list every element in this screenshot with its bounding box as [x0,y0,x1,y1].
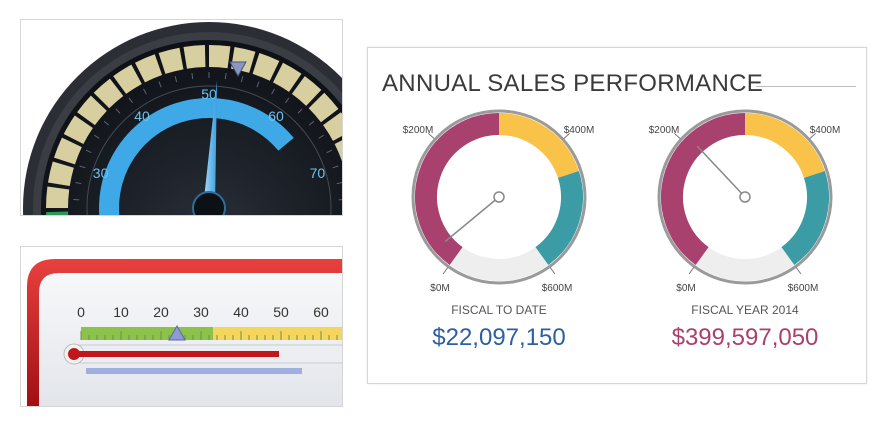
band-segment [183,45,206,69]
gauge-label: FISCAL TO DATE [451,303,547,317]
tick-label: 20 [153,304,169,320]
fiscal-to-date-gauge: $200M $400M $0M $600M [403,109,595,294]
gauge-value: $399,597,050 [671,324,819,351]
scale-label-200: $200M [403,125,434,136]
tick-label: 50 [273,304,289,320]
band-segment [46,186,70,208]
scale-label-0: $0M [676,283,695,294]
needle-hub [493,191,505,203]
scale-label-200: $200M [649,125,680,136]
tick-label: 60 [313,304,329,320]
scale-tick [549,267,556,275]
scale-label-0: $0M [430,283,449,294]
speedometer-card: 20304050607080 [20,19,343,216]
tick-label: 40 [134,108,150,124]
gauge-value: $22,097,150 [432,324,566,351]
tick-label: 0 [77,304,85,320]
scale-tick [442,267,449,275]
blue-value-bar [86,368,302,374]
tick-label: 50 [201,86,217,102]
gauge-label: FISCAL YEAR 2014 [691,303,799,317]
tick-label: 70 [310,165,326,181]
tick-label: 40 [233,304,249,320]
tick-label: 30 [93,165,109,181]
linear-gauge: 0 10 20 30 40 50 60 [27,259,342,406]
needle-hub [739,191,751,203]
needle-hub [192,191,226,215]
fiscal-year-gauge: $200M $400M $0M $600M [649,109,841,294]
scale-tick [688,267,695,275]
sales-performance-card: ANNUAL SALES PERFORMANCE $200M $400M $0M $6… [367,47,867,384]
speedometer-gauge: 20304050607080 [23,22,342,215]
scale-tick [795,267,802,275]
scale-label-600: $600M [788,283,819,294]
scale-label-400: $400M [810,125,841,136]
red-value-bar [79,351,279,357]
tick-label: 60 [268,108,284,124]
linear-gauge-card: 0 10 20 30 40 50 60 [20,246,343,407]
scale-label-400: $400M [564,125,595,136]
tick-label: 30 [193,304,209,320]
tick-label: 10 [113,304,129,320]
scale-label-600: $600M [542,283,573,294]
band-segment [46,211,69,215]
band-segment [209,45,231,69]
